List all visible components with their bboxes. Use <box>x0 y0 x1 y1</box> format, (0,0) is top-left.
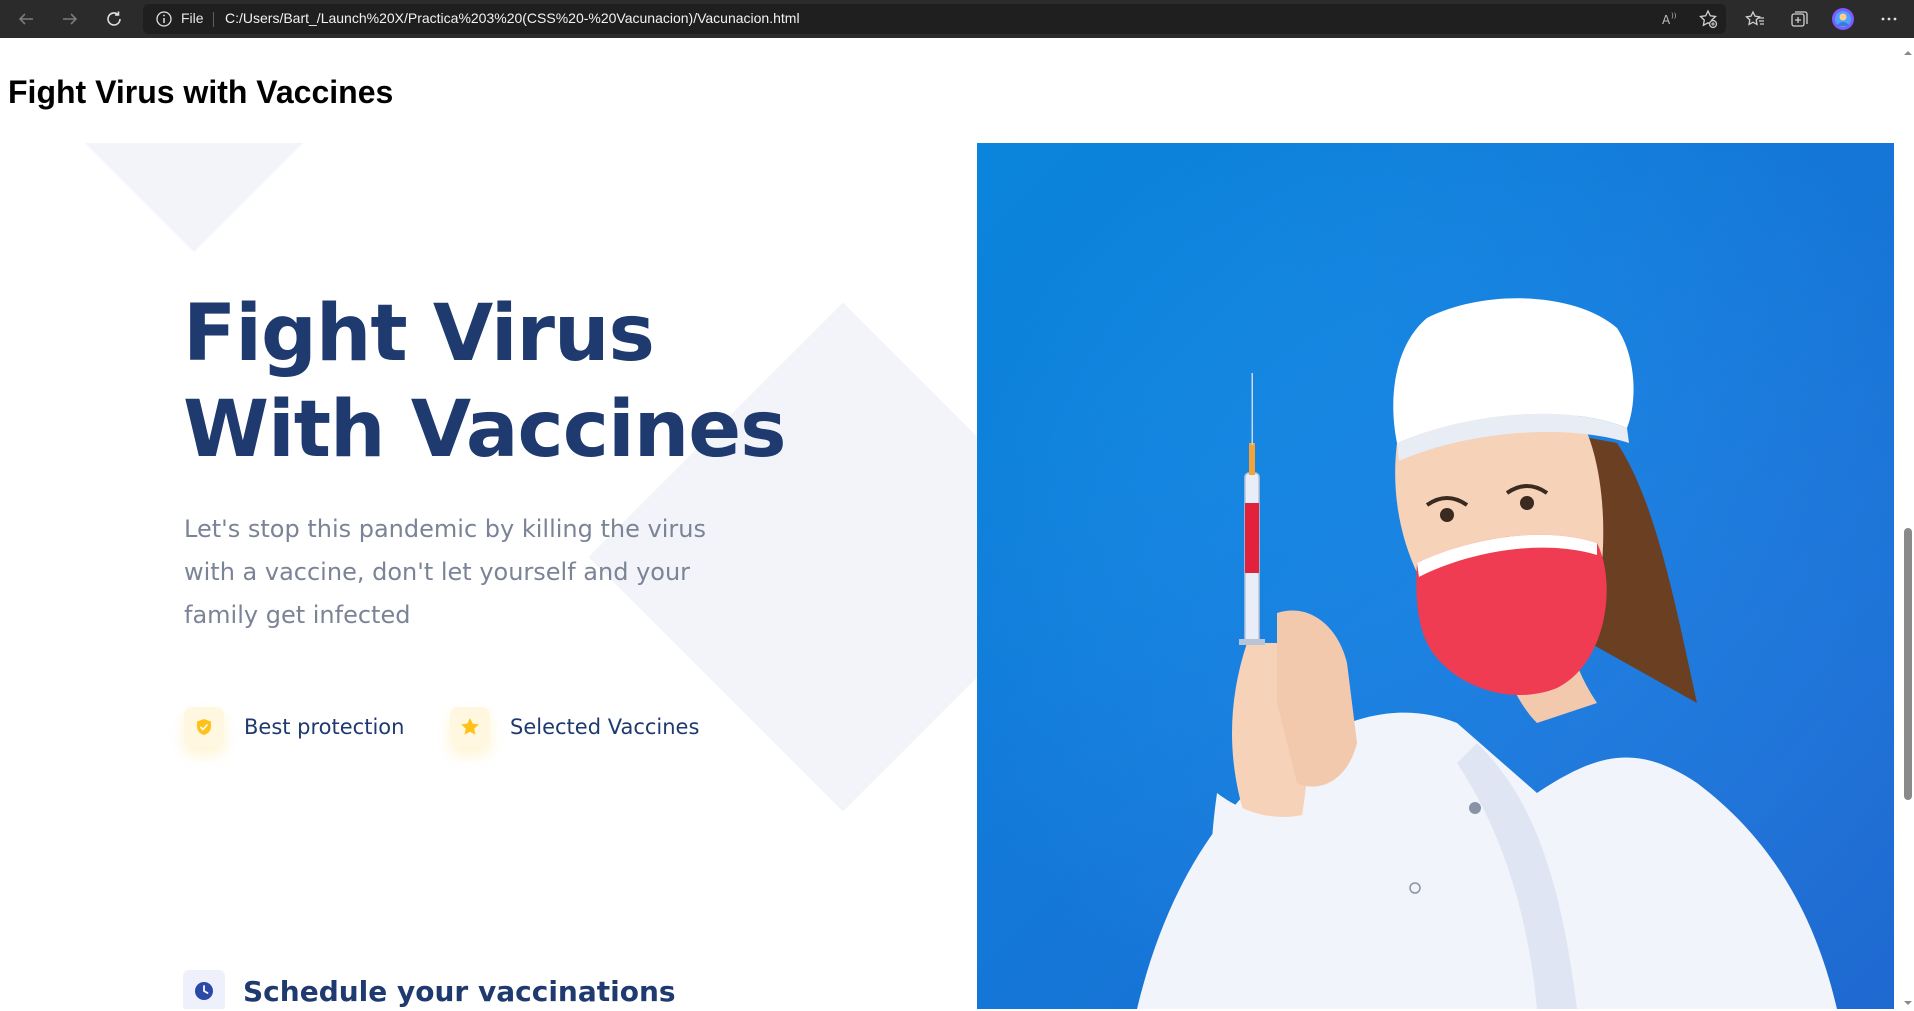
address-prefix: File <box>181 10 204 26</box>
page-heading: Fight Virus with Vaccines <box>8 74 394 110</box>
feature-label: Best protection <box>244 715 405 739</box>
schedule-label: Schedule your vaccinations <box>243 974 676 1008</box>
decorative-triangle <box>85 143 303 252</box>
browser-toolbar: File C:/Users/Bart_/Launch%20X/Practica%… <box>0 0 1914 38</box>
scroll-up-arrow-icon[interactable] <box>1904 42 1912 55</box>
feature-selected-vaccines: Selected Vaccines <box>450 704 699 750</box>
feature-best-protection: Best protection <box>184 704 404 750</box>
scrollbar-thumb[interactable] <box>1904 528 1912 800</box>
svg-text:A: A <box>1662 13 1671 27</box>
hero-title-line1: Fight Virus <box>183 289 655 379</box>
refresh-icon[interactable] <box>102 7 126 31</box>
hero-subtitle-line1: Let's stop this pandemic by killing the … <box>184 515 706 543</box>
collections-icon[interactable] <box>1787 7 1811 31</box>
hero-subtitle-line2: with a vaccine, don't let yourself and y… <box>184 558 691 586</box>
hero-subtitle: Let's stop this pandemic by killing the … <box>184 508 744 637</box>
hero-title-line2: With Vaccines <box>183 385 787 475</box>
nurse-illustration <box>977 143 1894 1009</box>
favorites-icon[interactable] <box>1743 7 1767 31</box>
page-viewport: Fight Virus with Vaccines Fight Virus Wi… <box>0 38 1902 1009</box>
address-separator <box>213 12 214 27</box>
star-icon <box>450 707 490 747</box>
address-bar[interactable]: File C:/Users/Bart_/Launch%20X/Practica%… <box>143 4 1726 34</box>
read-aloud-icon[interactable]: A)) <box>1658 7 1682 31</box>
back-icon[interactable] <box>14 7 38 31</box>
shield-check-icon <box>184 707 224 747</box>
hero-title: Fight Virus With Vaccines <box>183 286 787 478</box>
vertical-scrollbar[interactable] <box>1902 38 1914 1009</box>
forward-icon[interactable] <box>58 7 82 31</box>
svg-text:)): )) <box>1671 12 1677 20</box>
hero-subtitle-line3: family get infected <box>184 601 411 629</box>
clock-icon <box>183 970 225 1009</box>
profile-icon[interactable] <box>1831 7 1855 31</box>
hero-image <box>977 143 1894 1009</box>
scroll-down-arrow-icon[interactable] <box>1904 992 1912 1005</box>
url-text[interactable]: C:/Users/Bart_/Launch%20X/Practica%203%2… <box>225 10 800 26</box>
feature-label: Selected Vaccines <box>510 715 700 739</box>
more-icon[interactable] <box>1877 7 1901 31</box>
add-favorite-icon[interactable] <box>1696 7 1720 31</box>
schedule-section[interactable]: Schedule your vaccinations <box>183 969 676 1009</box>
info-icon[interactable] <box>155 10 173 28</box>
